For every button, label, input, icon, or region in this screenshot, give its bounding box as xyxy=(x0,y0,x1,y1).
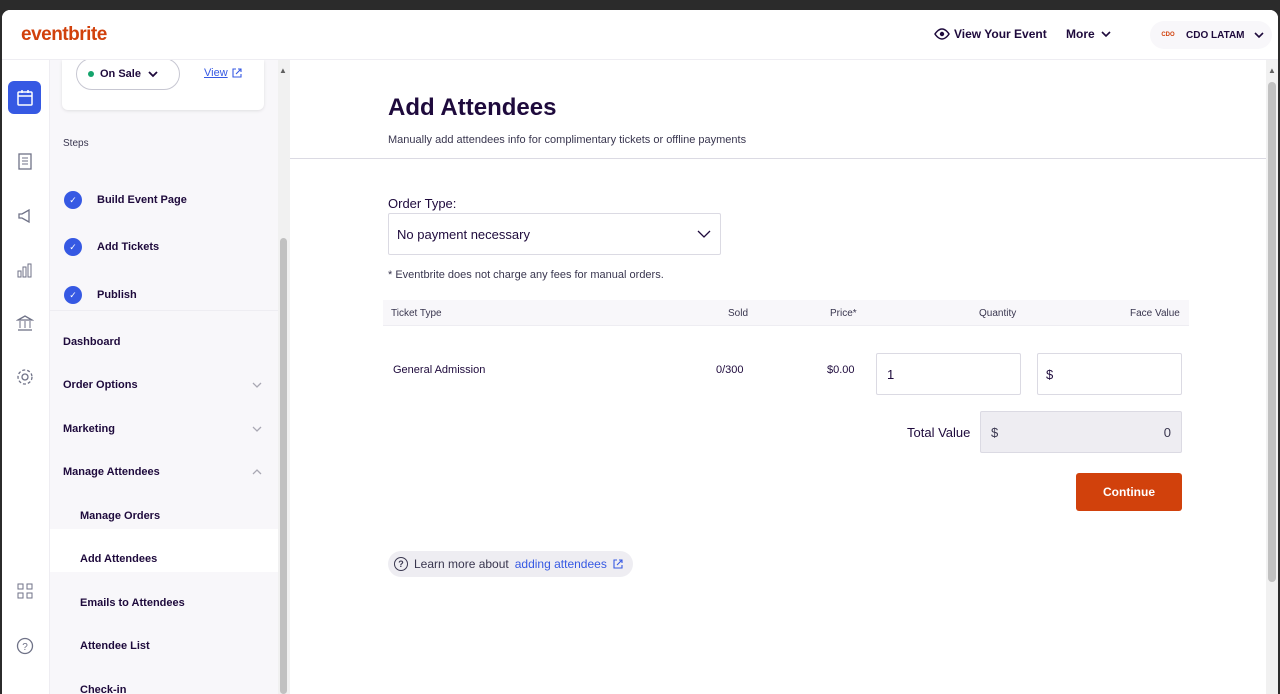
chevron-down-icon xyxy=(252,382,262,388)
quantity-input[interactable]: 1 xyxy=(876,353,1021,395)
nav-manage-attendees[interactable]: Manage Attendees xyxy=(63,466,263,478)
total-amount: 0 xyxy=(1163,424,1171,440)
subnav-manage-orders[interactable]: Manage Orders xyxy=(80,510,160,522)
page-subtitle: Manually add attendees info for complime… xyxy=(388,134,747,146)
gear-icon[interactable] xyxy=(14,366,36,388)
nav-label: Order Options xyxy=(63,379,138,391)
view-your-event-link[interactable]: View Your Event xyxy=(934,27,1047,41)
calendar-icon[interactable] xyxy=(8,81,41,114)
adding-attendees-link[interactable]: adding attendees xyxy=(515,557,607,571)
account-avatar: CDO xyxy=(1161,32,1175,38)
quantity-value: 1 xyxy=(887,366,895,382)
svg-text:?: ? xyxy=(22,642,28,653)
steps-heading: Steps xyxy=(63,138,89,149)
account-menu[interactable]: CDO CDO LATAM xyxy=(1150,21,1272,49)
header-divider xyxy=(290,158,1266,159)
page-title: Add Attendees xyxy=(388,94,557,121)
page-scrollbar-thumb[interactable] xyxy=(1268,82,1276,582)
help-text: Learn more about xyxy=(414,557,509,571)
scroll-up-arrow-icon[interactable]: ▲ xyxy=(279,66,287,75)
fee-note: * Eventbrite does not charge any fees fo… xyxy=(388,269,664,281)
check-icon: ✓ xyxy=(64,191,82,209)
nav-label: Dashboard xyxy=(63,336,121,348)
check-icon: ✓ xyxy=(64,286,82,304)
continue-button[interactable]: Continue xyxy=(1076,473,1182,511)
top-header: eventbrite View Your Event More CDO CDO … xyxy=(2,10,1278,60)
question-icon: ? xyxy=(394,557,408,571)
view-link-label: View xyxy=(204,67,228,79)
order-type-select[interactable]: No payment necessary xyxy=(388,213,721,255)
col-sold: Sold xyxy=(728,308,749,319)
nav-label: Marketing xyxy=(63,423,115,435)
apps-grid-icon[interactable] xyxy=(14,580,36,602)
status-dropdown[interactable]: On Sale xyxy=(76,60,180,90)
price-cell: $0.00 xyxy=(827,364,855,376)
more-label: More xyxy=(1066,27,1095,41)
chevron-down-icon xyxy=(697,230,711,238)
more-menu[interactable]: More xyxy=(1066,27,1113,41)
order-type-value: No payment necessary xyxy=(397,226,530,242)
col-ticket-type: Ticket Type xyxy=(391,308,442,319)
active-subnav-highlight xyxy=(50,529,278,572)
megaphone-icon[interactable] xyxy=(14,205,36,227)
nav-dashboard[interactable]: Dashboard xyxy=(63,336,263,348)
col-price-label: Price xyxy=(830,308,853,319)
col-face-value: Face Value xyxy=(1130,308,1180,319)
face-value-prefix: $ xyxy=(1046,366,1054,382)
account-name: CDO LATAM xyxy=(1186,29,1245,41)
subnav-emails-to-attendees[interactable]: Emails to Attendees xyxy=(80,597,185,609)
subnav-add-attendees[interactable]: Add Attendees xyxy=(80,553,157,565)
app-window: eventbrite View Your Event More CDO CDO … xyxy=(2,10,1278,694)
ticket-table-header: Ticket Type Sold Price* Quantity Face Va… xyxy=(383,300,1189,326)
nav-marketing[interactable]: Marketing xyxy=(63,423,263,435)
view-event-link[interactable]: View xyxy=(204,67,242,79)
face-value-input[interactable]: $ xyxy=(1037,353,1182,395)
left-rail: ? xyxy=(2,60,50,694)
total-value-label: Total Value xyxy=(907,425,971,440)
chevron-down-icon xyxy=(1253,32,1264,39)
eventbrite-logo[interactable]: eventbrite xyxy=(21,24,107,46)
step-label: Publish xyxy=(97,289,137,301)
scroll-up-arrow-icon[interactable]: ▲ xyxy=(1268,66,1276,75)
ticket-type-cell: General Admission xyxy=(393,364,486,376)
help-pill: ? Learn more about adding attendees xyxy=(388,551,633,577)
step-publish[interactable]: ✓ Publish xyxy=(64,286,137,304)
event-sidebar: On Sale View Steps ✓ Build Event Page ✓ … xyxy=(50,60,278,694)
check-icon: ✓ xyxy=(64,238,82,256)
chevron-down-icon xyxy=(252,426,262,432)
subnav-attendee-list[interactable]: Attendee List xyxy=(80,640,150,652)
col-quantity: Quantity xyxy=(979,308,1017,319)
subnav-check-in[interactable]: Check-in xyxy=(80,684,126,694)
nav-label: Manage Attendees xyxy=(63,466,160,478)
adding-attendees-label: adding attendees xyxy=(514,557,607,571)
status-label: On Sale xyxy=(100,68,141,80)
main-content: Add Attendees Manually add attendees inf… xyxy=(290,60,1266,694)
event-status-card: On Sale View xyxy=(62,60,264,110)
help-circle-icon[interactable]: ? xyxy=(14,635,36,657)
sold-cell: 0/300 xyxy=(716,364,744,376)
step-label: Add Tickets xyxy=(97,241,160,253)
chevron-down-icon xyxy=(148,71,158,78)
external-link-icon xyxy=(232,68,242,78)
chevron-down-icon xyxy=(1101,31,1111,38)
view-your-event-label: View Your Event xyxy=(954,27,1047,41)
order-type-label: Order Type: xyxy=(388,196,457,211)
orders-list-icon[interactable] xyxy=(14,150,36,172)
step-build-event-page[interactable]: ✓ Build Event Page xyxy=(64,191,187,209)
nav-order-options[interactable]: Order Options xyxy=(63,379,263,391)
step-label: Build Event Page xyxy=(97,194,187,206)
total-prefix: $ xyxy=(991,424,999,440)
col-price: Price* xyxy=(830,308,857,319)
external-link-icon xyxy=(613,559,623,569)
bar-chart-icon[interactable] xyxy=(14,259,36,281)
sidebar-divider xyxy=(50,310,278,311)
total-value-field: $ 0 xyxy=(980,411,1182,453)
browser-frame: eventbrite View Your Event More CDO CDO … xyxy=(0,0,1280,694)
eye-icon xyxy=(934,28,950,40)
chevron-up-icon xyxy=(252,469,262,475)
step-add-tickets[interactable]: ✓ Add Tickets xyxy=(64,238,159,256)
sidebar-scrollbar-thumb[interactable] xyxy=(280,238,287,694)
bank-icon[interactable] xyxy=(14,312,36,334)
status-dot xyxy=(88,71,94,77)
